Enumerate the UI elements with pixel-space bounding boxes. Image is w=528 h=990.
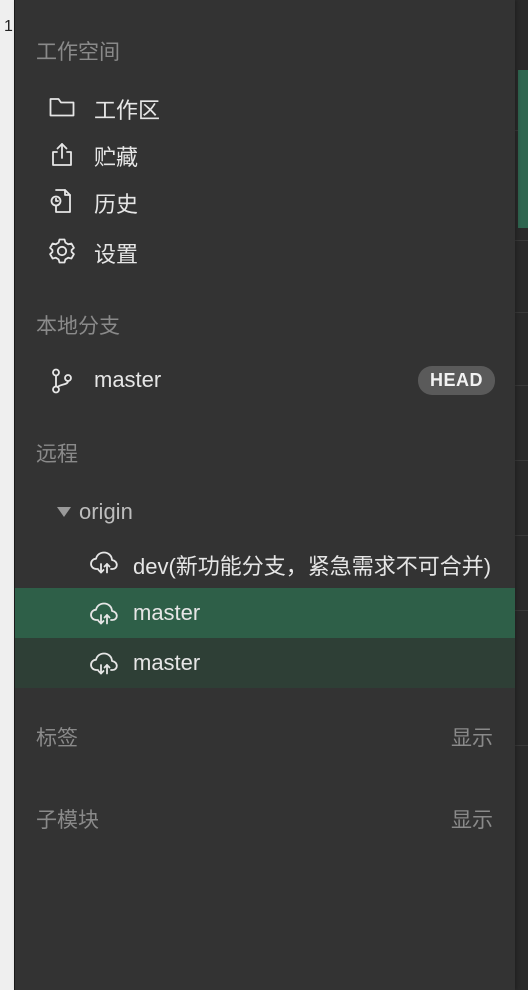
gear-icon [49,238,75,264]
background-window-strip: 1 [0,0,14,990]
sidebar-item-label: 工作区 [94,98,161,123]
sidebar-item-label: 设置 [94,242,139,267]
cloud-sync-icon [90,652,118,675]
remotes-section-title: 远程 [36,443,78,466]
background-text: 1 [4,18,13,35]
scrollbar-thumb[interactable] [518,70,528,228]
history-icon [50,189,71,213]
remote-branch-master-hover[interactable]: master [15,638,515,688]
remote-name: origin [79,499,133,524]
submodules-section-title: 子模块 [36,809,99,832]
tags-show-button[interactable]: 显示 [451,722,493,752]
local-branch-label: master [94,367,162,392]
sidebar-item-settings[interactable]: 设置 [15,228,515,272]
sidebar-item-workspace[interactable]: 工作区 [15,84,515,128]
remote-branch-label: dev(新功能分支，紧急需求不可合并) [133,554,492,579]
tags-section-title: 标签 [36,727,78,750]
remote-branch-label: master [133,600,201,625]
expand-triangle-icon [57,507,71,517]
sidebar-item-stash[interactable]: 贮藏 [15,131,515,175]
stash-icon [52,143,72,166]
cloud-sync-icon [90,602,118,625]
local-branches-section-title: 本地分支 [36,315,120,338]
remote-branch-label: master [133,650,201,675]
workspace-section-title: 工作空间 [36,41,120,64]
sidebar-item-label: 贮藏 [94,145,139,170]
cloud-sync-icon [90,551,118,574]
remote-origin-toggle[interactable]: origin [15,492,515,532]
head-badge: HEAD [418,366,495,395]
sidebar-item-label: 历史 [94,192,139,217]
remote-branch-master-selected[interactable]: master [15,588,515,638]
sidebar-item-history[interactable]: 历史 [15,178,515,222]
branch-icon [52,368,72,394]
submodules-show-button[interactable]: 显示 [451,804,493,834]
remote-branch-dev[interactable]: dev(新功能分支，紧急需求不可合并) [15,537,515,587]
folder-icon [49,98,75,117]
sidebar-panel: 工作空间 工作区 贮藏 历史 设置 本地分支 master HEAD 远程 or… [14,0,515,990]
